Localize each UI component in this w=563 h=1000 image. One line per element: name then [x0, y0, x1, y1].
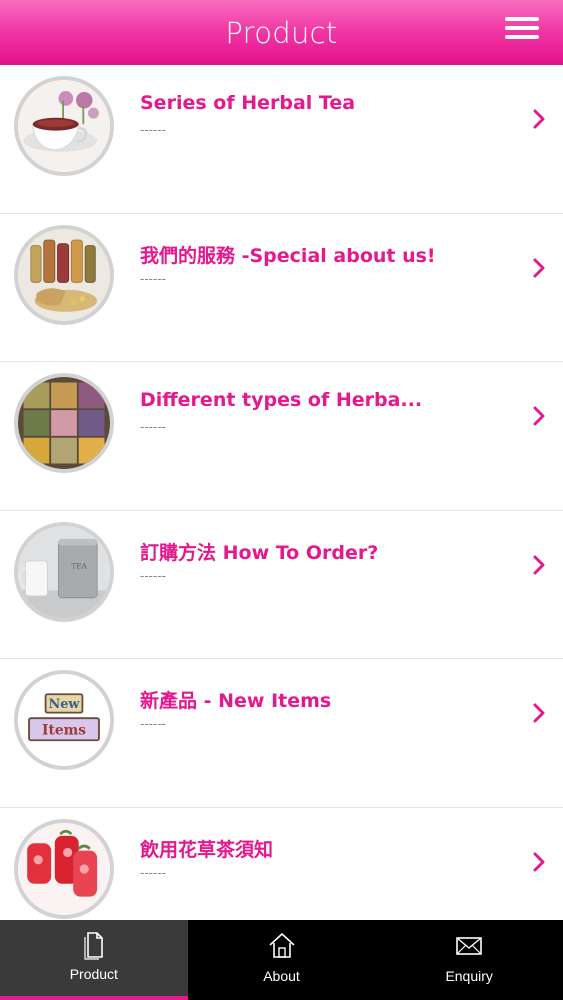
items-block-text: Items	[42, 723, 86, 739]
herb-boxes-image	[14, 373, 114, 473]
item-subtitle: ------	[140, 419, 166, 434]
can-label: TEA	[71, 561, 87, 570]
item-title: 新產品 - New Items	[140, 690, 332, 712]
item-subtitle: ------	[140, 864, 166, 880]
item-title: 我們的服務 -Special about us!	[140, 244, 436, 267]
item-subtitle: ------	[140, 122, 166, 137]
new-items-blocks-image: New Items	[14, 670, 114, 770]
item-subtitle: ------	[140, 716, 166, 731]
menu-button[interactable]	[505, 17, 541, 43]
new-block-text: New	[48, 697, 80, 712]
list-item-herbal-types[interactable]: Different types of Herba... ------	[0, 362, 563, 511]
list-item-new-items[interactable]: New Items 新產品 - New Items ------	[0, 659, 563, 808]
tab-label: Product	[69, 966, 118, 982]
herb-jars-image	[14, 224, 114, 325]
product-list: Series of Herbal Tea ------ 我們的服務 -Speci…	[0, 65, 563, 920]
list-item-special-about-us[interactable]: 我們的服務 -Special about us! ------	[0, 213, 563, 362]
bottom-tab-bar: Product About Enquiry	[0, 920, 563, 1000]
tab-product[interactable]: Product	[0, 920, 188, 1000]
tea-can-and-mug-image: TEA	[14, 521, 114, 622]
item-title: Series of Herbal Tea	[140, 92, 356, 114]
document-icon	[84, 932, 103, 960]
header-bar: Product	[0, 0, 563, 65]
item-title: 飲用花草茶須知	[140, 838, 274, 861]
tab-enquiry[interactable]: Enquiry	[375, 920, 563, 1000]
menu-icon	[505, 17, 539, 21]
chevron-right-icon	[533, 555, 545, 574]
item-subtitle: ------	[140, 270, 166, 286]
chevron-right-icon	[533, 109, 545, 129]
tab-about[interactable]: About	[188, 920, 376, 1000]
tab-label: About	[263, 968, 300, 984]
list-item-drinking-notes[interactable]: 飲用花草茶須知 ------	[0, 807, 563, 920]
chevron-right-icon	[533, 852, 545, 871]
herbal-tea-cup-image	[14, 76, 114, 176]
tab-label: Enquiry	[445, 968, 493, 984]
item-title: Different types of Herba...	[140, 389, 423, 411]
chevron-right-icon	[533, 703, 545, 723]
page-title: Product	[225, 15, 338, 50]
chevron-right-icon	[533, 406, 545, 426]
list-item-how-to-order[interactable]: TEA 訂購方法 How To Order? ------	[0, 510, 563, 659]
iced-tea-glasses-image	[14, 818, 114, 919]
item-title: 訂購方法 How To Order?	[140, 541, 379, 564]
list-item-herbal-tea-series[interactable]: Series of Herbal Tea ------	[0, 65, 563, 214]
chevron-right-icon	[533, 258, 545, 277]
home-icon	[268, 933, 295, 958]
item-subtitle: ------	[140, 567, 166, 583]
envelope-icon	[456, 937, 482, 955]
